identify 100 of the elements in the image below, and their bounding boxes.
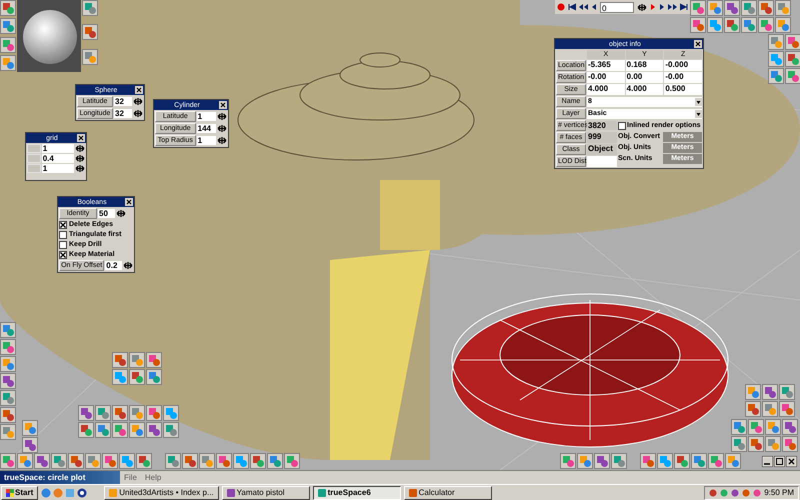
tool-icon[interactable] xyxy=(0,390,16,406)
spin-arrows-icon[interactable] xyxy=(75,144,85,153)
tool-icon[interactable] xyxy=(0,339,16,355)
checked-checkbox[interactable] xyxy=(59,250,67,258)
tool-icon[interactable] xyxy=(577,453,593,469)
tool-icon[interactable] xyxy=(0,0,16,16)
tool-icon[interactable] xyxy=(724,17,740,33)
tool-icon[interactable] xyxy=(146,352,162,368)
spin-arrows-icon[interactable] xyxy=(123,261,133,270)
input-field[interactable]: 0.4 xyxy=(42,154,74,163)
tool-icon[interactable] xyxy=(768,34,784,50)
input-field[interactable]: 0.00 xyxy=(626,72,664,83)
tool-icon[interactable] xyxy=(775,17,791,33)
tool-icon[interactable] xyxy=(594,453,610,469)
spin-arrows-icon[interactable] xyxy=(116,209,126,218)
tool-icon[interactable] xyxy=(216,453,232,469)
spin-arrows-icon[interactable] xyxy=(217,112,227,121)
input-field[interactable]: -0.00 xyxy=(587,72,625,83)
tool-icon[interactable] xyxy=(0,453,16,469)
input-field[interactable]: 1 xyxy=(42,144,74,153)
close-icon[interactable] xyxy=(219,101,227,109)
input-field[interactable]: 50 xyxy=(98,209,115,218)
tool-icon[interactable] xyxy=(22,420,38,436)
input-field[interactable]: 144 xyxy=(196,124,216,133)
fast-forward-icon[interactable] xyxy=(668,3,677,11)
tool-icon[interactable] xyxy=(762,384,778,400)
taskbar-button[interactable]: trueSpace6 xyxy=(312,486,401,500)
tool-icon[interactable] xyxy=(68,453,84,469)
skip-end-icon[interactable] xyxy=(680,3,688,11)
tool-icon[interactable] xyxy=(758,0,774,16)
tool-icon[interactable] xyxy=(657,453,673,469)
tool-icon[interactable] xyxy=(707,17,723,33)
tool-icon[interactable] xyxy=(112,405,128,421)
step-back-icon[interactable] xyxy=(591,3,597,11)
tool-icon[interactable] xyxy=(129,352,145,368)
tool-icon[interactable] xyxy=(51,453,67,469)
tool-icon[interactable] xyxy=(112,422,128,438)
input-field[interactable]: 1 xyxy=(196,136,216,145)
tool-icon[interactable] xyxy=(779,401,795,417)
checkbox[interactable] xyxy=(618,122,626,130)
spin-arrows-icon[interactable] xyxy=(75,164,85,173)
spin-arrows-icon[interactable] xyxy=(133,109,143,118)
tool-icon[interactable] xyxy=(250,453,266,469)
taskbar-button[interactable]: Calculator xyxy=(404,486,492,500)
close-icon[interactable] xyxy=(125,198,133,206)
tool-icon[interactable] xyxy=(725,453,741,469)
tool-icon[interactable] xyxy=(95,422,111,438)
tool-icon[interactable] xyxy=(768,51,784,67)
menu-item[interactable]: File xyxy=(120,472,141,484)
rewind-icon[interactable] xyxy=(579,3,588,11)
sphere-preview-icon[interactable] xyxy=(17,0,81,72)
tool-icon[interactable] xyxy=(112,352,128,368)
tool-icon[interactable] xyxy=(674,453,690,469)
tool-icon[interactable] xyxy=(182,453,198,469)
tool-icon[interactable] xyxy=(165,453,181,469)
tool-icon[interactable] xyxy=(0,36,16,52)
tool-icon[interactable] xyxy=(0,18,16,34)
step-forward-icon[interactable] xyxy=(659,3,665,11)
tool-icon[interactable] xyxy=(119,453,135,469)
input-field[interactable]: -0.000 xyxy=(664,60,702,71)
close-icon[interactable] xyxy=(135,86,143,94)
tool-icon[interactable] xyxy=(0,407,16,423)
tool-icon[interactable] xyxy=(745,401,761,417)
tool-icon[interactable] xyxy=(640,453,656,469)
tool-icon[interactable] xyxy=(731,436,747,452)
tool-icon[interactable] xyxy=(78,405,94,421)
media-player-icon[interactable] xyxy=(77,488,88,498)
tool-icon[interactable] xyxy=(0,373,16,389)
tool-icon[interactable] xyxy=(748,419,764,435)
tool-icon[interactable] xyxy=(95,405,111,421)
taskbar-button[interactable]: United3dArtists • Index p... xyxy=(104,486,219,500)
tool-icon[interactable] xyxy=(129,422,145,438)
input-field[interactable]: -0.00 xyxy=(664,72,702,83)
tool-icon[interactable] xyxy=(136,453,152,469)
tool-icon[interactable] xyxy=(0,54,16,71)
spin-arrows-icon[interactable] xyxy=(75,154,85,163)
browser-icon[interactable] xyxy=(53,488,64,498)
input-field[interactable]: 32 xyxy=(114,109,132,118)
tool-icon[interactable] xyxy=(199,453,215,469)
tool-icon[interactable] xyxy=(745,384,761,400)
tool-icon[interactable] xyxy=(284,453,300,469)
tool-icon[interactable] xyxy=(146,405,162,421)
tool-icon[interactable] xyxy=(748,436,764,452)
tool-icon[interactable] xyxy=(690,17,706,33)
tool-icon[interactable] xyxy=(82,0,98,16)
checked-checkbox[interactable] xyxy=(59,220,67,228)
tool-icon[interactable] xyxy=(0,356,16,372)
tool-icon[interactable] xyxy=(82,24,98,40)
spin-arrows-icon[interactable] xyxy=(217,136,227,145)
tool-icon[interactable] xyxy=(758,17,774,33)
tool-icon[interactable] xyxy=(782,419,798,435)
tool-icon[interactable] xyxy=(22,437,38,453)
tool-icon[interactable] xyxy=(707,0,723,16)
browser-icon[interactable] xyxy=(41,488,52,498)
close-icon[interactable] xyxy=(786,456,797,467)
tool-icon[interactable] xyxy=(146,422,162,438)
close-icon[interactable] xyxy=(77,134,85,142)
tool-icon[interactable] xyxy=(611,453,627,469)
tool-icon[interactable] xyxy=(741,0,757,16)
skip-start-icon[interactable] xyxy=(568,3,576,11)
